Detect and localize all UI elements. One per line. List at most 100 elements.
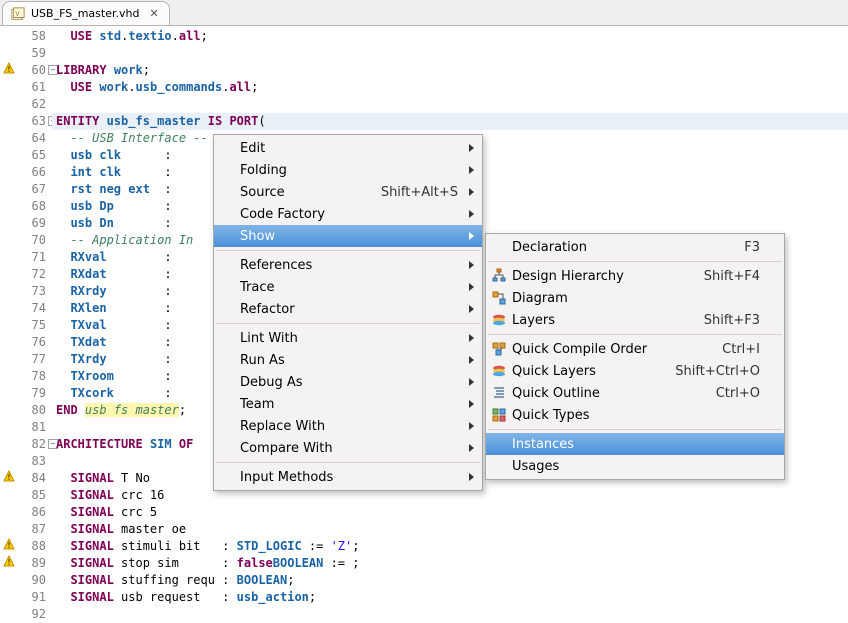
menu-item-code-factory[interactable]: Code Factory <box>214 203 482 225</box>
submenu-item-quick-layers[interactable]: Quick LayersShift+Ctrl+O <box>486 360 784 382</box>
submenu-arrow-icon <box>469 422 474 430</box>
submenu-item-instances[interactable]: Instances <box>486 433 784 455</box>
close-icon[interactable]: ✕ <box>145 7 158 20</box>
editor-tab-title: USB_FS_master.vhd <box>31 7 139 20</box>
context-menu[interactable]: Edit Folding SourceShift+Alt+S Code Factory… <box>213 134 483 491</box>
menu-item-label: Quick Outline <box>512 386 716 401</box>
menu-item-label: Folding <box>240 163 472 178</box>
menu-item-references[interactable]: References <box>214 254 482 276</box>
submenu-arrow-icon <box>469 444 474 452</box>
code-line[interactable]: ENTITY usb_fs_master IS PORT( <box>52 113 848 130</box>
warning-icon[interactable] <box>0 538 18 555</box>
submenu-arrow-icon <box>469 283 474 291</box>
code-line[interactable]: USE work.usb_commands.all; <box>52 79 848 96</box>
menu-item-folding[interactable]: Folding <box>214 159 482 181</box>
line-number: 86 <box>18 504 46 521</box>
submenu-arrow-icon <box>469 400 474 408</box>
menu-item-label: Source <box>240 185 381 200</box>
menu-item-shortcut: Shift+F3 <box>704 313 774 328</box>
code-line[interactable] <box>52 96 848 113</box>
vhdl-file-icon: V <box>11 7 25 21</box>
code-line[interactable]: SIGNAL master oe <box>52 521 848 538</box>
line-number: 73 <box>18 283 46 300</box>
submenu-arrow-icon <box>469 232 474 240</box>
menu-item-label: Show <box>240 229 472 244</box>
menu-item-lint-with[interactable]: Lint With <box>214 327 482 349</box>
line-number: 78 <box>18 368 46 385</box>
code-line[interactable]: SIGNAL stuffing requ : BOOLEAN; <box>52 572 848 589</box>
line-number: 89 <box>18 555 46 572</box>
line-number: 70 <box>18 232 46 249</box>
line-gutter: 585960−616263−64656667686970717273747576… <box>18 26 52 594</box>
menu-separator <box>488 429 782 430</box>
submenu-item-declaration[interactable]: DeclarationF3 <box>486 236 784 258</box>
line-number: 90 <box>18 572 46 589</box>
code-line[interactable]: USE std.textio.all; <box>52 28 848 45</box>
menu-item-shortcut: Ctrl+O <box>716 386 774 401</box>
warning-icon[interactable] <box>0 555 18 572</box>
menu-item-team[interactable]: Team <box>214 393 482 415</box>
code-line[interactable]: SIGNAL usb request : usb_action; <box>52 589 848 606</box>
submenu-arrow-icon <box>469 261 474 269</box>
menu-separator <box>488 261 782 262</box>
menu-item-refactor[interactable]: Refactor <box>214 298 482 320</box>
menu-item-input-methods[interactable]: Input Methods <box>214 466 482 488</box>
line-number: 79 <box>18 385 46 402</box>
menu-item-compare-with[interactable]: Compare With <box>214 437 482 459</box>
line-number: 76 <box>18 334 46 351</box>
submenu-item-diagram[interactable]: Diagram <box>486 287 784 309</box>
code-line[interactable] <box>52 606 848 623</box>
menu-item-edit[interactable]: Edit <box>214 137 482 159</box>
line-number: 65 <box>18 147 46 164</box>
menu-item-trace[interactable]: Trace <box>214 276 482 298</box>
warning-icon[interactable] <box>0 62 18 79</box>
editor-tab[interactable]: V USB_FS_master.vhd ✕ <box>2 1 170 25</box>
line-number: 59 <box>18 45 46 62</box>
menu-item-label: Diagram <box>512 291 774 306</box>
line-number: 60− <box>18 62 46 79</box>
menu-item-run-as[interactable]: Run As <box>214 349 482 371</box>
show-submenu[interactable]: DeclarationF3 Design HierarchyShift+F4 Dia… <box>485 233 785 480</box>
code-line[interactable]: LIBRARY work; <box>52 62 848 79</box>
menu-item-label: Trace <box>240 280 472 295</box>
line-number: 85 <box>18 487 46 504</box>
menu-item-label: Code Factory <box>240 207 472 222</box>
line-number: 58 <box>18 28 46 45</box>
line-number: 75 <box>18 317 46 334</box>
line-number: 77 <box>18 351 46 368</box>
types-icon <box>491 407 507 423</box>
menu-item-label: Input Methods <box>240 470 472 485</box>
line-number: 74 <box>18 300 46 317</box>
submenu-item-usages[interactable]: Usages <box>486 455 784 477</box>
code-line[interactable]: SIGNAL stimuli bit : STD_LOGIC := 'Z'; <box>52 538 848 555</box>
submenu-item-layers[interactable]: LayersShift+F3 <box>486 309 784 331</box>
line-number: 61 <box>18 79 46 96</box>
submenu-arrow-icon <box>469 305 474 313</box>
menu-item-replace-with[interactable]: Replace With <box>214 415 482 437</box>
code-line[interactable]: SIGNAL stop sim : falseBOOLEAN := ; <box>52 555 848 572</box>
menu-item-debug-as[interactable]: Debug As <box>214 371 482 393</box>
line-number: 71 <box>18 249 46 266</box>
menu-item-label: Quick Types <box>512 408 774 423</box>
menu-item-source[interactable]: SourceShift+Alt+S <box>214 181 482 203</box>
menu-item-label: Run As <box>240 353 472 368</box>
menu-item-show[interactable]: Show <box>214 225 482 247</box>
menu-item-label: Instances <box>512 437 774 452</box>
warning-icon[interactable] <box>0 470 18 487</box>
submenu-item-design-hierarchy[interactable]: Design HierarchyShift+F4 <box>486 265 784 287</box>
line-number: 88 <box>18 538 46 555</box>
submenu-arrow-icon <box>469 188 474 196</box>
submenu-arrow-icon <box>469 166 474 174</box>
line-number: 69 <box>18 215 46 232</box>
line-number: 67 <box>18 181 46 198</box>
submenu-item-quick-types[interactable]: Quick Types <box>486 404 784 426</box>
menu-separator <box>216 323 480 324</box>
line-number: 68 <box>18 198 46 215</box>
outline-icon <box>491 385 507 401</box>
code-line[interactable]: SIGNAL crc 5 <box>52 504 848 521</box>
submenu-item-quick-outline[interactable]: Quick OutlineCtrl+O <box>486 382 784 404</box>
submenu-arrow-icon <box>469 378 474 386</box>
code-line[interactable] <box>52 45 848 62</box>
line-number: 72 <box>18 266 46 283</box>
submenu-item-quick-compile-order[interactable]: Quick Compile OrderCtrl+I <box>486 338 784 360</box>
